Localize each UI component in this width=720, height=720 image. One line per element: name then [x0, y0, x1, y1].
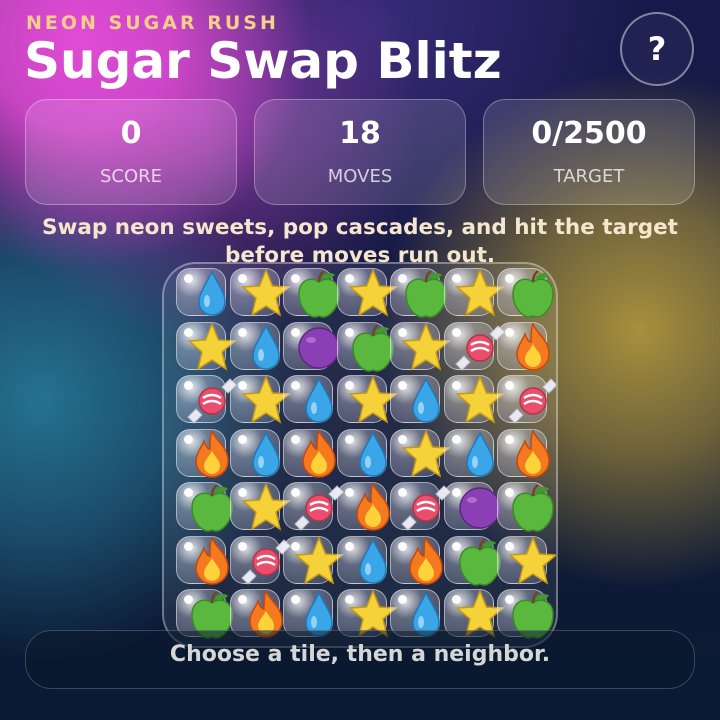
tile-r2-c1[interactable]: [176, 321, 226, 370]
tile-r1-c3[interactable]: [283, 268, 333, 316]
tile-r3-c6[interactable]: [443, 375, 494, 423]
target-value: 0/2500: [531, 116, 647, 151]
help-icon: ?: [647, 30, 667, 68]
tile-r5-c1[interactable]: [176, 482, 226, 530]
status-message: Choose a tile, then a neighbor.: [169, 642, 551, 667]
tile-r1-c5[interactable]: [390, 268, 440, 316]
moves-label: MOVES: [327, 166, 393, 187]
tile-r2-c6[interactable]: [443, 321, 494, 370]
tile-r1-c6[interactable]: [443, 268, 494, 316]
tile-r3-c5[interactable]: [390, 375, 440, 423]
tile-r4-c2[interactable]: [229, 428, 280, 477]
tile-r6-c4[interactable]: [336, 535, 387, 584]
score-value: 0: [120, 116, 142, 151]
game-board: [162, 262, 558, 648]
game-eyebrow: NEON SUGAR RUSH: [26, 12, 279, 34]
tile-r3-c3[interactable]: [283, 375, 333, 423]
tile-r2-c4[interactable]: [336, 321, 387, 370]
tile-r5-c3[interactable]: [283, 482, 333, 530]
tile-r4-c1[interactable]: [176, 428, 226, 477]
tile-r2-c2[interactable]: [229, 321, 280, 370]
tile-r3-c2[interactable]: [229, 375, 280, 423]
tile-r6-c6[interactable]: [443, 535, 494, 584]
moves-value: 18: [339, 116, 381, 151]
tile-r3-c1[interactable]: [176, 375, 226, 423]
tile-r5-c7[interactable]: [497, 482, 547, 530]
help-button[interactable]: ?: [620, 12, 694, 86]
tile-r4-c5[interactable]: [390, 428, 440, 477]
tile-r6-c3[interactable]: [283, 535, 333, 584]
target-label: TARGET: [553, 166, 625, 187]
game-title: Sugar Swap Blitz: [24, 32, 502, 90]
tile-r4-c7[interactable]: [497, 428, 547, 477]
tile-r3-c7[interactable]: [497, 375, 547, 423]
tile-r1-c4[interactable]: [336, 268, 387, 316]
tile-r4-c6[interactable]: [443, 428, 494, 477]
tile-r5-c2[interactable]: [229, 482, 280, 530]
score-label: SCORE: [99, 166, 163, 187]
tile-r6-c1[interactable]: [176, 535, 226, 584]
tile-r1-c2[interactable]: [229, 268, 280, 316]
tile-r2-c5[interactable]: [390, 321, 440, 370]
tile-r5-c5[interactable]: [390, 482, 440, 530]
tile-r1-c1[interactable]: [176, 268, 226, 316]
tile-r6-c5[interactable]: [390, 535, 440, 584]
tile-r1-c7[interactable]: [497, 268, 547, 316]
score-card: 0 SCORE: [25, 99, 237, 205]
tile-r6-c2[interactable]: [229, 535, 280, 584]
target-card: 0/2500 TARGET: [483, 99, 695, 205]
tile-r5-c6[interactable]: [443, 482, 494, 530]
moves-card: 18 MOVES: [254, 99, 466, 205]
tile-r4-c4[interactable]: [336, 428, 387, 477]
tile-r2-c7[interactable]: [497, 321, 547, 370]
tile-r2-c3[interactable]: [283, 321, 333, 370]
tile-r4-c3[interactable]: [283, 428, 333, 477]
tile-r6-c7[interactable]: [497, 535, 547, 584]
tile-r3-c4[interactable]: [336, 375, 387, 423]
tile-r5-c4[interactable]: [336, 482, 387, 530]
game-screen: NEON SUGAR RUSH Sugar Swap Blitz ? 0 SCO…: [0, 0, 720, 720]
